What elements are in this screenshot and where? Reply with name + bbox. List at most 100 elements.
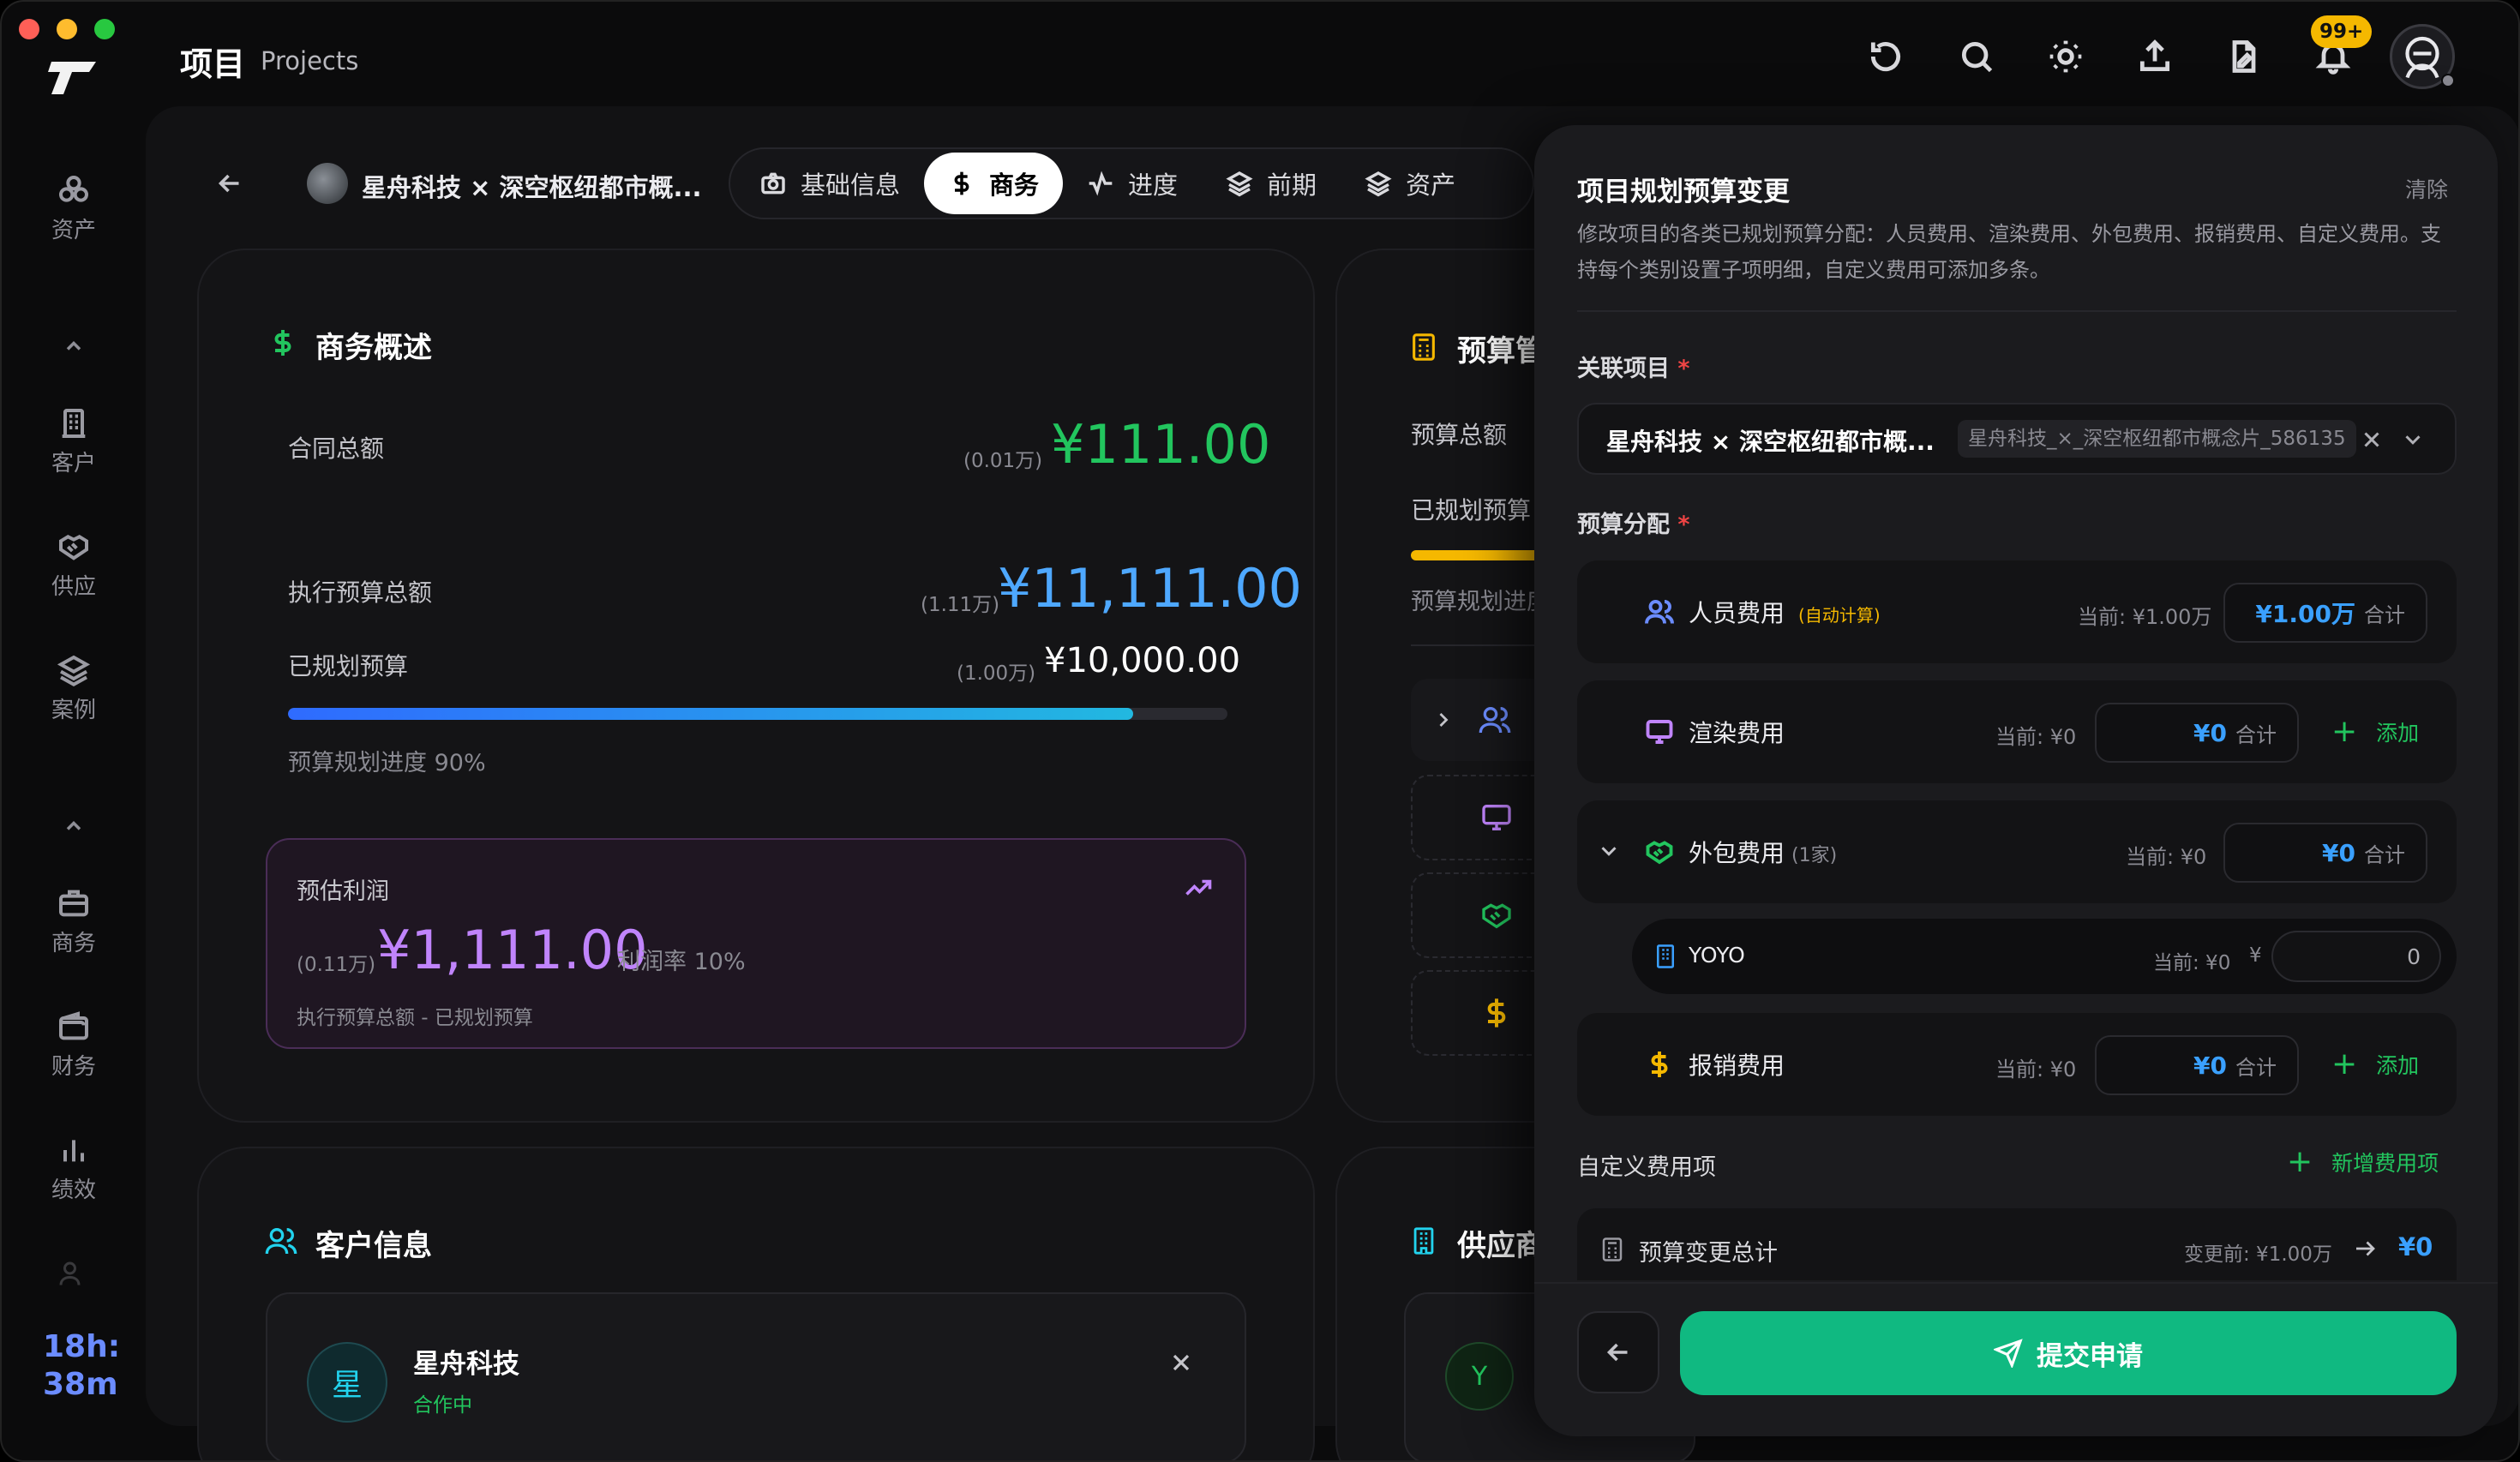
amount-unit: 合计 [2364, 842, 2405, 867]
chevron-down-icon[interactable] [2400, 427, 2426, 452]
row-name-text: 外包费用 [1689, 839, 1785, 867]
tab-preliminary[interactable]: 前期 [1202, 153, 1341, 214]
row-current: 当前: ¥0 [1995, 1058, 2077, 1082]
timer: 18h: 38m [43, 1328, 120, 1404]
sidebar-item-customers[interactable]: 客户 [36, 406, 111, 477]
arrow-right-icon [2356, 1241, 2375, 1256]
amount-unit: 合计 [2235, 722, 2277, 747]
tab-business[interactable]: 商务 [924, 153, 1064, 214]
building-icon [1413, 1227, 1434, 1255]
handshake-icon [1482, 903, 1511, 929]
close-icon[interactable] [2359, 427, 2385, 452]
upload-icon[interactable] [2136, 38, 2174, 75]
custom-items-label: 自定义费用项 [1577, 1154, 1716, 1181]
profit-value: ¥1,111.00 [377, 919, 648, 981]
layers-icon [1226, 171, 1253, 197]
render-amount-input[interactable]: ¥0 合计 [2095, 703, 2299, 763]
submit-button[interactable]: 提交申请 [1680, 1311, 2457, 1395]
back-button[interactable] [1577, 1311, 1659, 1393]
sidebar-item-performance[interactable]: 绩效 [36, 1133, 111, 1204]
users-icon [1645, 600, 1674, 624]
amount-value: ¥0 [2193, 1051, 2227, 1080]
allocation-row-outsourcing: 外包费用 (1家) 当前: ¥0 ¥0 合计 [1577, 800, 2457, 903]
budget-summary: 预算变更总计 变更前: ¥1.00万 ¥0 [1577, 1208, 2457, 1280]
back-arrow-icon[interactable] [214, 168, 245, 199]
profit-hint: (0.11万) [297, 954, 376, 976]
amount-value: ¥0 [2193, 718, 2227, 747]
profit-label: 预估利润 [297, 878, 389, 905]
render-add-button[interactable]: + 添加 [2331, 716, 2419, 747]
chevron-up-icon[interactable] [62, 334, 86, 358]
search-icon[interactable] [1958, 38, 1995, 75]
tab-label: 基础信息 [801, 171, 901, 200]
page-title: 项目 [180, 45, 246, 83]
sidebar-item-cases[interactable]: 案例 [36, 653, 111, 724]
tab-basic-info[interactable]: 基础信息 [735, 153, 924, 214]
close-icon[interactable] [1167, 1349, 1195, 1376]
sidebar-item-label: 客户 [51, 451, 96, 476]
close-window-button[interactable] [19, 19, 39, 39]
amount-value: ¥1.00万 [2255, 600, 2355, 628]
arrow-left-icon [1606, 1343, 1628, 1362]
sidebar-item-suppliers[interactable]: 供应 [36, 530, 111, 601]
add-label: 添加 [2376, 721, 2420, 746]
project-name[interactable]: 星舟科技 × 深空枢纽都市概... [362, 168, 702, 204]
camera-icon [761, 172, 785, 195]
reimbursement-amount-input[interactable]: ¥0 合计 [2095, 1035, 2299, 1095]
tab-label: 前期 [1267, 171, 1317, 200]
vendor-amount-input[interactable]: 0 [2271, 931, 2441, 982]
row-name: 报销费用 [1689, 1052, 1785, 1080]
outsourcing-amount-input[interactable]: ¥0 合计 [2223, 823, 2427, 883]
personnel-amount-input[interactable]: ¥1.00万 合计 [2223, 583, 2427, 643]
planned-label: 已规划预算 [288, 652, 409, 680]
chevron-up-icon[interactable] [62, 814, 86, 838]
customer-item[interactable]: 星 星舟科技 合作中 [266, 1292, 1246, 1460]
status-dot [2441, 74, 2455, 87]
business-overview-card: 商务概述 合同总额 (0.01万) ¥111.00 执行预算总额 (1.11万)… [197, 249, 1315, 1123]
wallet-icon [59, 1011, 88, 1040]
exec-budget-hint: (1.11万) [921, 594, 1000, 616]
reimbursement-add-button[interactable]: + 添加 [2331, 1049, 2419, 1080]
budget-progress-bar [288, 708, 1227, 720]
tab-label: 进度 [1128, 171, 1179, 200]
sidebar-item-label: 案例 [51, 698, 96, 723]
divider [1534, 1282, 2498, 1284]
sidebar-item-assets[interactable]: 资产 [36, 173, 111, 244]
amount-value: ¥0 [2322, 838, 2355, 867]
exec-budget-label: 执行预算总额 [288, 578, 433, 607]
row-current: 当前: ¥1.00万 [2078, 605, 2212, 629]
add-custom-item-button[interactable]: + 新增费用项 [2287, 1147, 2439, 1177]
tab-progress[interactable]: 进度 [1063, 153, 1202, 214]
sidebar-item-finance[interactable]: 财务 [36, 1010, 111, 1081]
handshake-icon [59, 535, 88, 560]
contract-total-hint: (0.01万) [963, 450, 1043, 472]
panel-description: 修改项目的各类已规划预算分配：人员费用、渲染费用、外包费用、报销费用、自定义费用… [1577, 222, 2441, 282]
minimize-window-button[interactable] [57, 19, 77, 39]
profit-rate: 利润率 10% [617, 949, 746, 975]
app-window: 项目 Projects 99+ 资产 客户 供应 案例 商务 财务 绩效 18h… [0, 0, 2520, 1462]
profit-formula: 执行预算总额 - 已规划预算 [297, 1007, 533, 1029]
sun-icon[interactable] [2047, 38, 2085, 75]
file-edit-icon[interactable] [2225, 38, 2263, 75]
notification-badge: 99+ [2311, 15, 2373, 48]
bar-chart-icon [63, 1140, 84, 1162]
clear-button[interactable]: 清除 [2405, 173, 2448, 204]
sidebar-item-business[interactable]: 商务 [36, 886, 111, 957]
allocation-row-personnel: 人员费用 (自动计算) 当前: ¥1.00万 ¥1.00万 合计 [1577, 560, 2457, 663]
chevron-down-icon[interactable] [1596, 838, 1622, 864]
tab-assets[interactable]: 资产 [1341, 153, 1479, 214]
card-title: 供应商 [1457, 1229, 1545, 1263]
customer-status: 合作中 [413, 1394, 472, 1417]
row-name: 外包费用 (1家) [1689, 835, 1837, 869]
row-name-text: 人员费用 [1689, 599, 1785, 627]
auto-calc-tag: (自动计算) [1798, 605, 1881, 626]
refresh-icon[interactable] [1867, 38, 1905, 75]
chevron-right-icon [1439, 713, 1449, 727]
maximize-window-button[interactable] [94, 19, 115, 39]
dollar-icon [954, 171, 969, 195]
layers-icon [57, 655, 91, 686]
budget-progress-label: 预算规划进度 [1411, 589, 1550, 615]
related-project-select[interactable]: 星舟科技 × 深空枢纽都市概... 星舟科技_×_深空枢纽都市概念片_58613… [1577, 403, 2457, 475]
sidebar-item-label: 资产 [51, 218, 96, 243]
users-icon [59, 1261, 81, 1285]
